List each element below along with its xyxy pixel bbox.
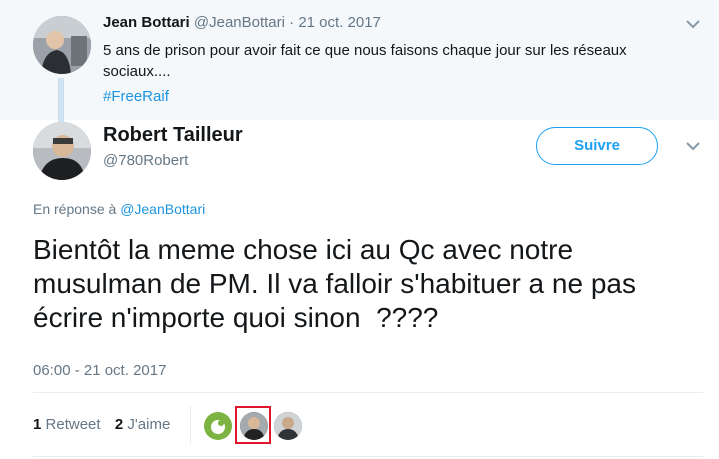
retweets-count: 1 bbox=[33, 416, 42, 433]
hashtag-link[interactable]: #FreeRaif bbox=[103, 88, 169, 105]
retweets-stat[interactable]: 1 Retweet bbox=[33, 416, 105, 433]
reply-prefix: En réponse à bbox=[33, 201, 117, 217]
follow-button[interactable]: Suivre bbox=[536, 127, 658, 165]
divider bbox=[33, 456, 703, 457]
parent-tweet-header: Jean Bottari @JeanBottari · 21 oct. 2017 bbox=[103, 14, 381, 31]
tweet-timestamp[interactable]: 06:00 - 21 oct. 2017 bbox=[33, 362, 166, 379]
chevron-down-icon[interactable] bbox=[686, 142, 700, 151]
chevron-down-icon[interactable] bbox=[686, 20, 700, 29]
avatar[interactable] bbox=[33, 16, 91, 74]
divider bbox=[33, 392, 703, 393]
likes-stat[interactable]: 2 J'aime bbox=[115, 416, 170, 433]
retweets-label: Retweet bbox=[45, 416, 101, 433]
author-name[interactable]: Robert Tailleur bbox=[103, 124, 243, 147]
parent-author-name[interactable]: Jean Bottari bbox=[103, 14, 190, 31]
separator-dot: · bbox=[289, 14, 295, 31]
parent-tweet-date[interactable]: 21 oct. 2017 bbox=[298, 14, 381, 31]
reply-context: En réponse à @JeanBottari bbox=[33, 201, 205, 217]
stats-separator bbox=[190, 406, 191, 444]
highlight-box bbox=[235, 406, 271, 444]
liker-avatar[interactable] bbox=[274, 412, 302, 440]
tweet-text: Bientôt la meme chose ici au Qc avec not… bbox=[33, 234, 644, 333]
parent-tweet-text: 5 ans de prison pour avoir fait ce que n… bbox=[103, 42, 627, 80]
liker-avatar[interactable] bbox=[204, 412, 232, 440]
avatar[interactable] bbox=[33, 122, 91, 180]
parent-author-handle[interactable]: @JeanBottari bbox=[194, 14, 285, 31]
parent-tweet[interactable]: Jean Bottari @JeanBottari · 21 oct. 2017… bbox=[0, 0, 719, 122]
reply-to-link[interactable]: @JeanBottari bbox=[120, 201, 205, 217]
engagement-stats: 1 Retweet 2 J'aime bbox=[33, 416, 170, 433]
author-handle[interactable]: @780Robert bbox=[103, 152, 188, 169]
likes-count: 2 bbox=[114, 416, 124, 433]
thread-line bbox=[58, 78, 64, 122]
likes-label: J'aime bbox=[127, 416, 171, 433]
